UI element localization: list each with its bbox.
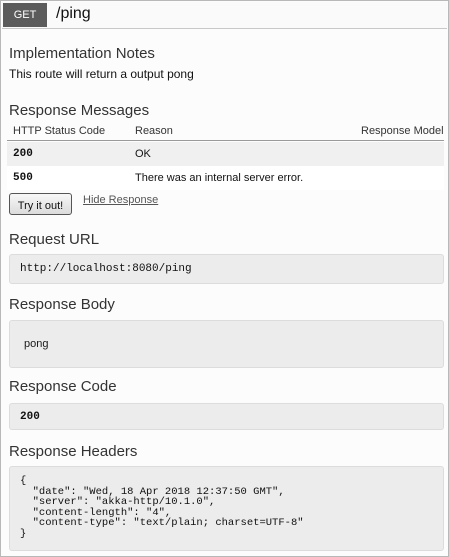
response-headers-value: { "date": "Wed, 18 Apr 2018 12:37:50 GMT… — [20, 475, 304, 540]
operation-path[interactable]: /ping — [56, 4, 91, 24]
request-url-value: http://localhost:8080/ping — [20, 263, 192, 275]
table-row: 500 There was an internal server error. — [7, 166, 444, 190]
column-header-status-code: HTTP Status Code — [13, 125, 106, 137]
status-code-cell: 200 — [13, 148, 33, 160]
response-headers-title: Response Headers — [9, 443, 138, 460]
request-url-title: Request URL — [9, 231, 100, 248]
table-row: 200 OK — [7, 142, 444, 166]
implementation-notes-title: Implementation Notes — [9, 45, 155, 62]
table-header-divider — [7, 140, 444, 141]
operation-panel: GET /ping Implementation Notes This rout… — [0, 0, 449, 557]
column-header-reason: Reason — [135, 125, 173, 137]
status-code-cell: 500 — [13, 172, 33, 184]
hide-response-link[interactable]: Hide Response — [83, 194, 158, 206]
implementation-notes-text: This route will return a output pong — [9, 67, 194, 81]
response-code-value: 200 — [20, 411, 40, 423]
try-it-out-button[interactable]: Try it out! — [9, 193, 72, 215]
response-code-title: Response Code — [9, 378, 117, 395]
response-body-value: pong — [24, 338, 49, 350]
operation-header[interactable]: GET /ping — [2, 2, 447, 29]
reason-cell: There was an internal server error. — [135, 172, 304, 184]
response-messages-title: Response Messages — [9, 102, 150, 119]
reason-cell: OK — [135, 148, 151, 160]
response-body-title: Response Body — [9, 296, 115, 313]
column-header-response-model: Response Model — [361, 125, 444, 137]
response-code-block: 200 — [9, 403, 444, 430]
request-url-block: http://localhost:8080/ping — [9, 254, 444, 284]
response-body-block: pong — [9, 320, 444, 368]
http-method-badge: GET — [3, 3, 47, 27]
response-headers-block: { "date": "Wed, 18 Apr 2018 12:37:50 GMT… — [9, 466, 444, 551]
